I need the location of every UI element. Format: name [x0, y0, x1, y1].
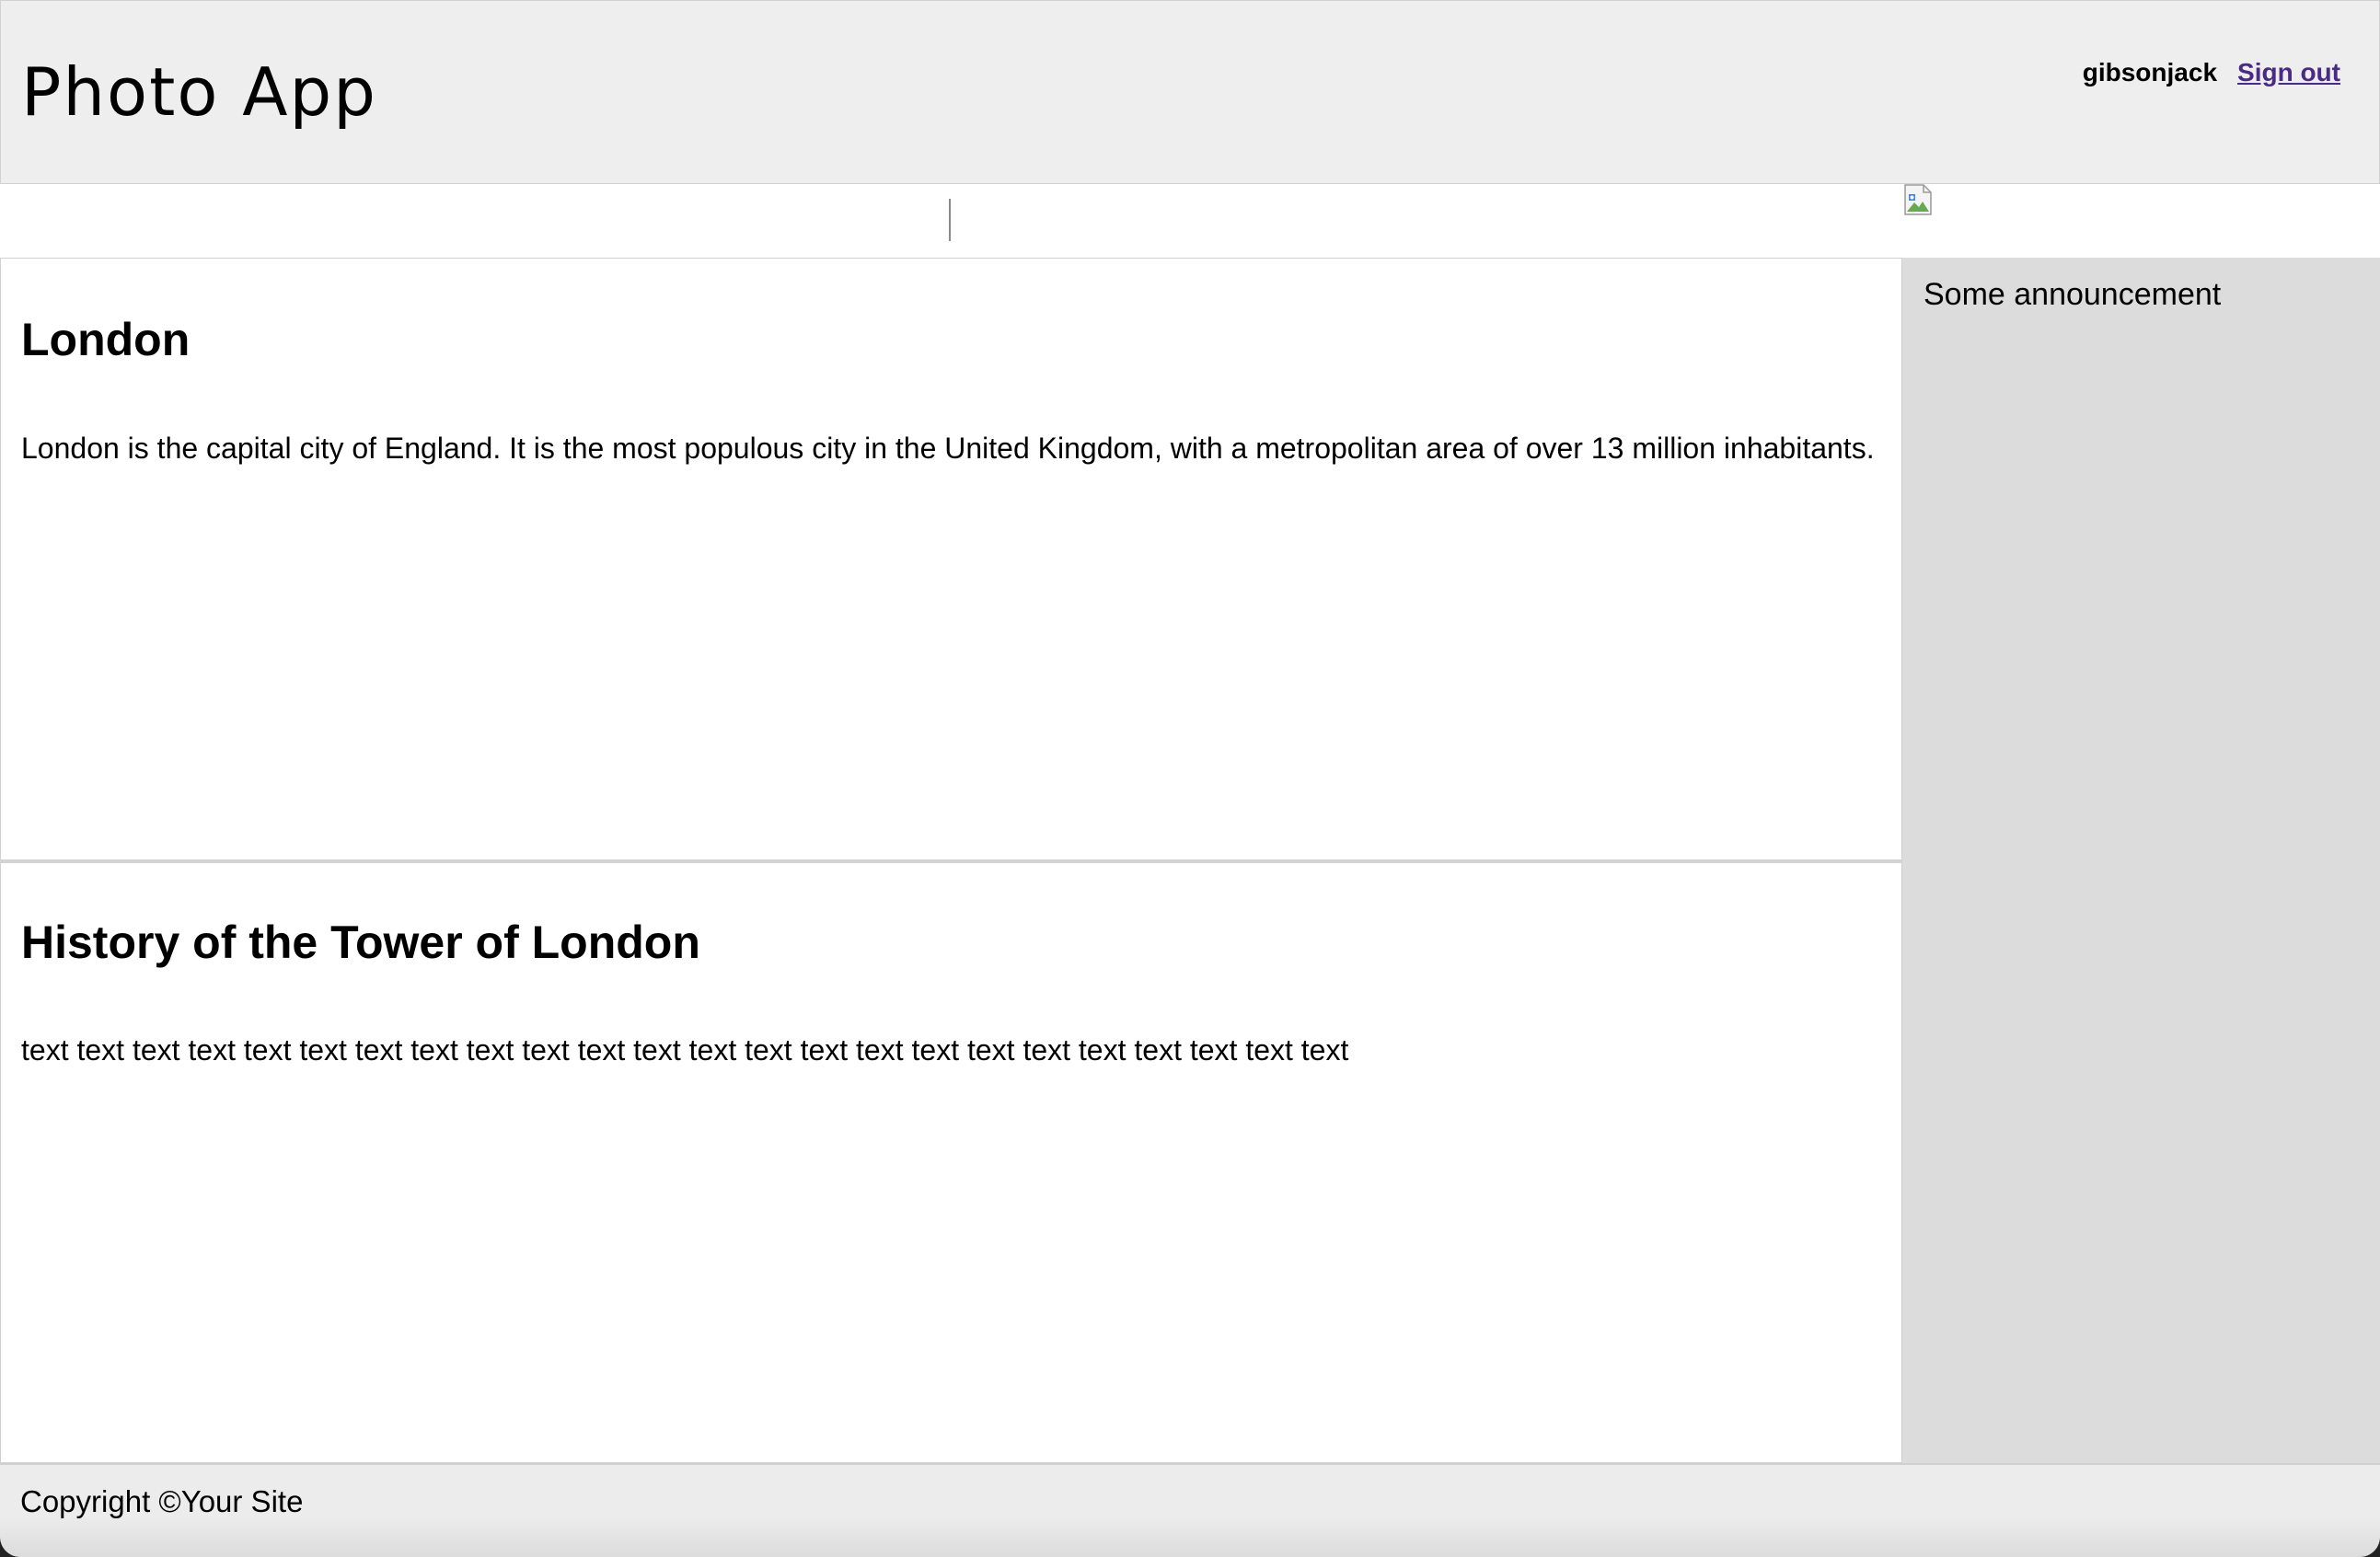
site-header: Photo App gibsonjack Sign out	[0, 0, 2380, 184]
username: gibsonjack	[2082, 58, 2218, 86]
user-area: gibsonjack Sign out	[2083, 58, 2340, 87]
app-title: Photo App	[21, 53, 377, 131]
sign-out-link[interactable]: Sign out	[2237, 58, 2340, 87]
nav-divider	[949, 199, 951, 241]
broken-image-icon	[1903, 184, 1933, 215]
article-text: text text text text text text text text …	[21, 1033, 1349, 1067]
article-heading: London	[21, 314, 191, 365]
announcement-text: Some announcement	[1924, 277, 2222, 312]
article-tower-of-london: History of the Tower of London text text…	[0, 860, 1902, 1463]
article-heading: History of the Tower of London	[21, 917, 700, 968]
announcement-sidebar: Some announcement	[1902, 258, 2380, 1463]
browser-page: Photo App gibsonjack Sign out London Lon…	[0, 0, 2380, 1557]
article-london: London London is the capital city of Eng…	[0, 258, 1902, 860]
copyright-text: Copyright ©Your Site	[20, 1484, 304, 1518]
site-footer: Copyright ©Your Site	[0, 1463, 2380, 1557]
nav-strip	[0, 184, 2380, 258]
article-text: London is the capital city of England. I…	[21, 432, 1875, 465]
